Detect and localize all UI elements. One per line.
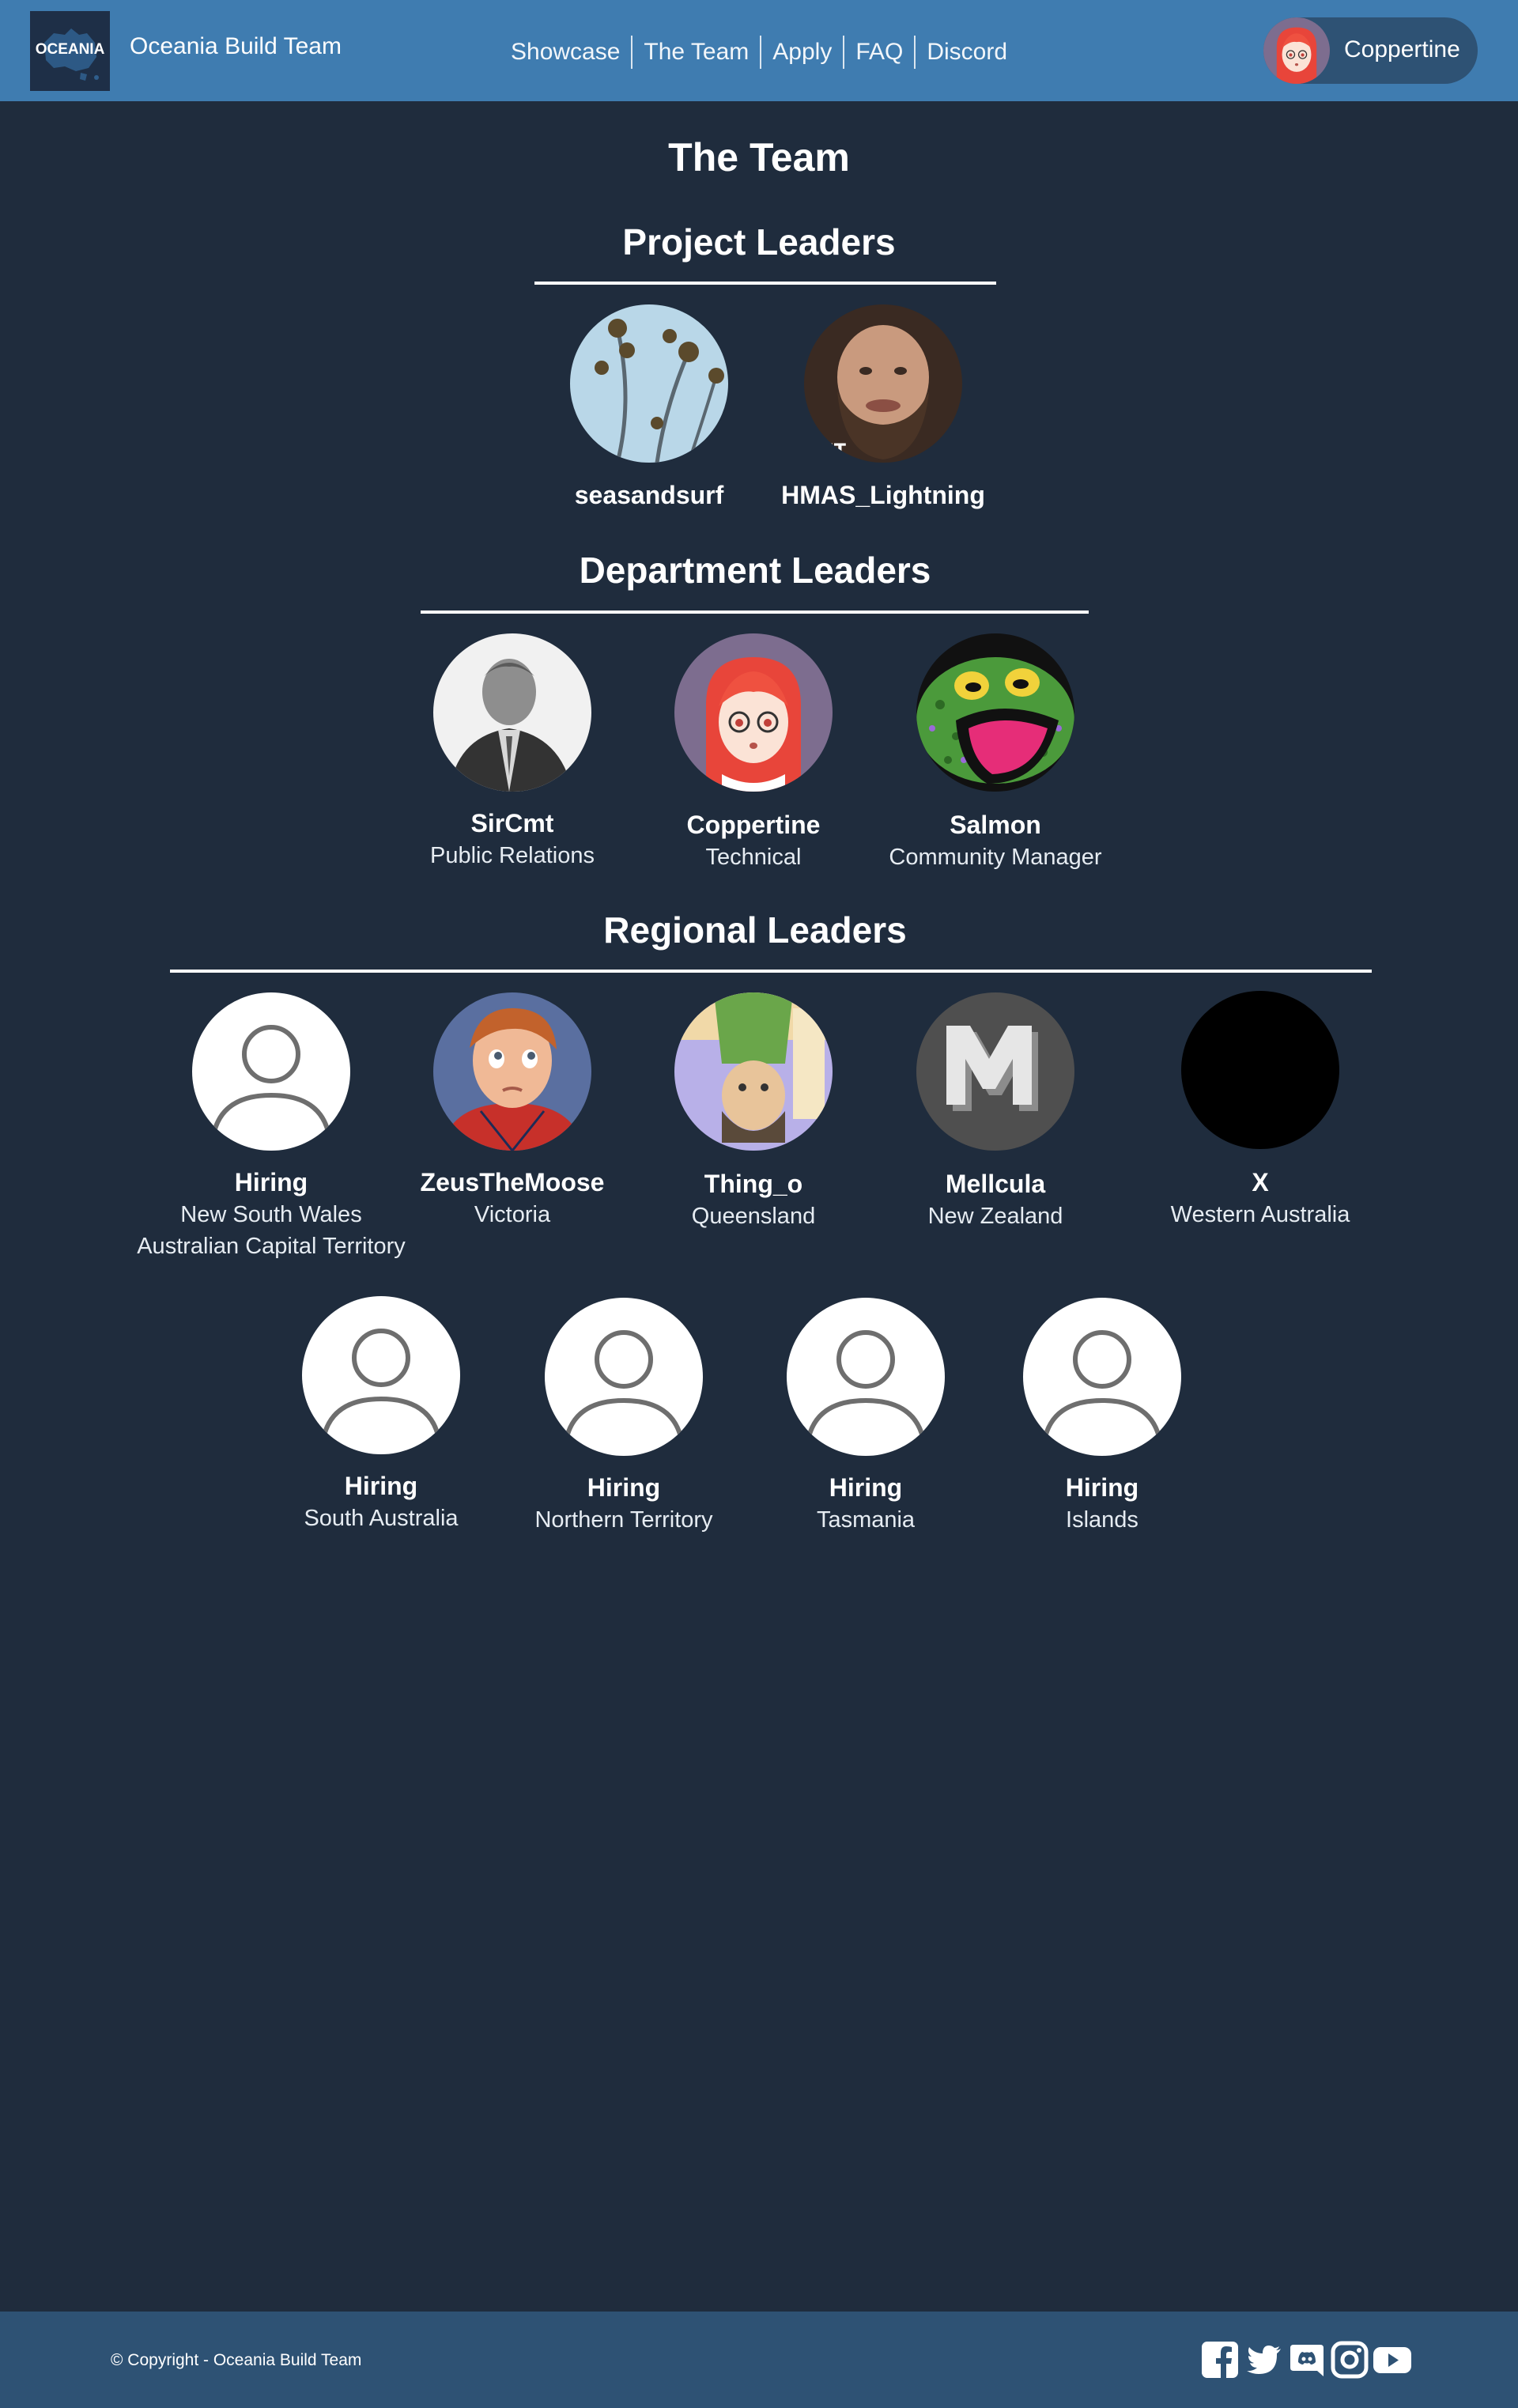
site-name[interactable]: Oceania Build Team <box>130 33 342 60</box>
avatar-hmas-lightning: UT <box>804 304 962 463</box>
section-divider <box>170 970 1372 973</box>
svg-text:UT: UT <box>820 441 846 461</box>
section-title-project-leaders: Project Leaders <box>622 221 896 263</box>
avatar-thing-o <box>674 992 833 1151</box>
nav-the-team[interactable]: The Team <box>631 36 760 69</box>
member-name: X <box>1252 1168 1269 1196</box>
avatar-placeholder <box>787 1298 945 1456</box>
avatar-seasandsurf <box>570 304 728 463</box>
member-name: Hiring <box>1065 1473 1139 1502</box>
page-title: The Team <box>668 135 850 180</box>
member-role: Australian Capital Territory <box>137 1234 406 1259</box>
section-divider <box>421 611 1089 614</box>
copyright-text: © Copyright - Oceania Build Team <box>111 2351 362 2369</box>
member-role: Community Manager <box>889 845 1102 870</box>
avatar-coppertine <box>674 633 833 792</box>
facebook-icon[interactable] <box>1200 2340 1240 2380</box>
member-role: Western Australia <box>1170 1202 1350 1227</box>
avatar-x <box>1181 991 1339 1149</box>
avatar-placeholder <box>1023 1298 1181 1456</box>
member-name: Salmon <box>950 811 1041 839</box>
avatar-zeusthemoose <box>433 992 591 1151</box>
avatar-salmon <box>916 633 1074 792</box>
avatar-mellcula <box>916 992 1074 1151</box>
member-name: HMAS_Lightning <box>781 481 985 509</box>
user-menu-button[interactable]: Coppertine <box>1263 17 1478 84</box>
nav-apply[interactable]: Apply <box>760 36 843 69</box>
logo-text: OCEANIA <box>35 41 105 58</box>
user-name: Coppertine <box>1344 36 1460 62</box>
instagram-icon[interactable] <box>1330 2340 1369 2380</box>
section-title-department-leaders: Department Leaders <box>579 550 931 591</box>
avatar-placeholder <box>302 1296 460 1454</box>
top-navbar: OCEANIA Oceania Build Team Showcase The … <box>0 0 1518 101</box>
member-role: Islands <box>1066 1507 1138 1533</box>
nav-faq[interactable]: FAQ <box>843 36 914 69</box>
section-divider <box>534 282 996 285</box>
discord-icon[interactable] <box>1287 2340 1327 2380</box>
avatar-placeholder <box>192 992 350 1151</box>
user-avatar <box>1263 17 1330 84</box>
avatar-sircmt <box>433 633 591 792</box>
nav-showcase[interactable]: Showcase <box>500 36 631 69</box>
main-nav: Showcase The Team Apply FAQ Discord <box>500 33 1018 71</box>
page-footer: © Copyright - Oceania Build Team <box>0 2312 1518 2408</box>
section-title-regional-leaders: Regional Leaders <box>603 909 907 951</box>
twitter-icon[interactable] <box>1244 2340 1284 2380</box>
nav-discord[interactable]: Discord <box>914 36 1018 69</box>
avatar-placeholder <box>545 1298 703 1456</box>
site-logo[interactable]: OCEANIA <box>30 11 110 91</box>
youtube-icon[interactable] <box>1373 2340 1412 2380</box>
